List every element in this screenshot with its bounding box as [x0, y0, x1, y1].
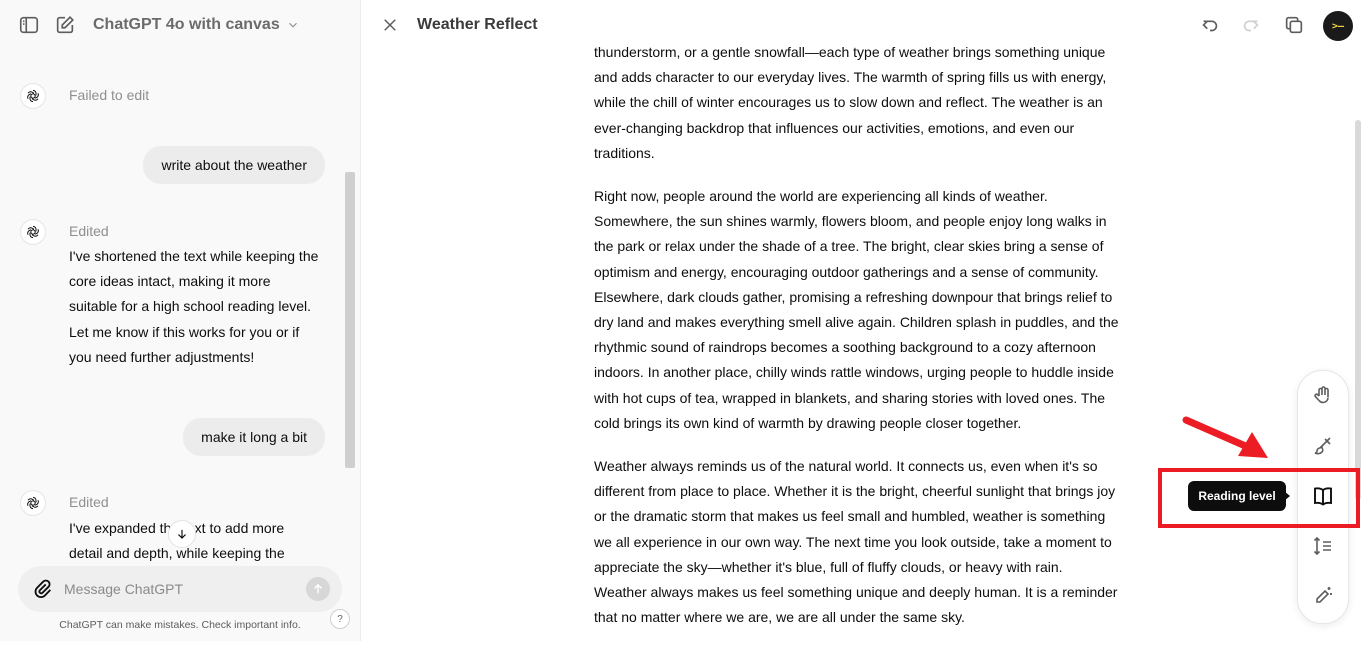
message-composer	[18, 566, 342, 612]
openai-logo-icon	[27, 89, 39, 103]
assistant-message: I've expanded the text to add more detai…	[69, 520, 285, 562]
user-message: write about the weather	[143, 146, 325, 184]
document-paragraph: Right now, people around the world are e…	[594, 188, 1119, 431]
canvas-document[interactable]: thunderstorm, or a gentle snowfall—each …	[594, 40, 1119, 648]
assistant-avatar	[20, 219, 46, 245]
document-paragraph: Weather always reminds us of the natural…	[594, 458, 1118, 626]
disclaimer-text: ChatGPT can make mistakes. Check importa…	[59, 619, 301, 631]
help-button[interactable]: ?	[330, 609, 350, 629]
arrow-down-icon	[178, 529, 186, 539]
copy-icon[interactable]	[1283, 14, 1305, 36]
new-chat-icon[interactable]	[54, 14, 78, 38]
arrow-up-icon	[313, 583, 323, 594]
sidebar-toggle-icon[interactable]	[18, 14, 42, 38]
annotation-highlight-box	[1158, 468, 1360, 528]
hand-icon[interactable]	[1311, 384, 1335, 408]
scroll-to-bottom-button[interactable]	[168, 520, 196, 548]
brush-icon[interactable]	[1311, 434, 1335, 458]
model-name: ChatGPT 4o with canvas	[93, 16, 280, 33]
openai-logo-icon	[27, 496, 39, 510]
close-canvas-icon[interactable]	[381, 16, 399, 34]
paperclip-icon[interactable]	[32, 578, 54, 600]
adjust-length-icon[interactable]	[1311, 534, 1335, 558]
assistant-avatar	[20, 83, 46, 109]
user-message: make it long a bit	[183, 418, 325, 456]
annotation-arrow-icon	[1182, 416, 1268, 458]
redo-icon[interactable]	[1240, 14, 1262, 36]
message-status: Failed to edit	[69, 87, 150, 103]
send-button[interactable]	[306, 577, 330, 601]
model-selector[interactable]: ChatGPT 4o with canvas	[93, 16, 300, 34]
message-input[interactable]	[64, 578, 284, 600]
document-title: Weather Reflect	[417, 16, 538, 33]
panel-divider	[360, 0, 361, 641]
assistant-avatar	[20, 490, 46, 516]
user-avatar[interactable]: >–	[1323, 11, 1353, 41]
message-status: Edited	[69, 494, 109, 510]
chevron-down-icon	[288, 22, 297, 28]
message-status: Edited	[69, 223, 109, 239]
assistant-message: I've shortened the text while keeping th…	[69, 248, 319, 365]
openai-logo-icon	[27, 225, 39, 239]
pencil-sparkle-icon[interactable]	[1311, 584, 1335, 608]
undo-icon[interactable]	[1199, 14, 1221, 36]
chat-sidebar: ChatGPT 4o with canvas Failed to edit wr…	[0, 0, 360, 641]
chat-scrollbar-thumb[interactable]	[345, 172, 355, 468]
document-paragraph: thunderstorm, or a gentle snowfall—each …	[594, 44, 1107, 161]
document-scrollbar-thumb[interactable]	[1355, 120, 1361, 500]
